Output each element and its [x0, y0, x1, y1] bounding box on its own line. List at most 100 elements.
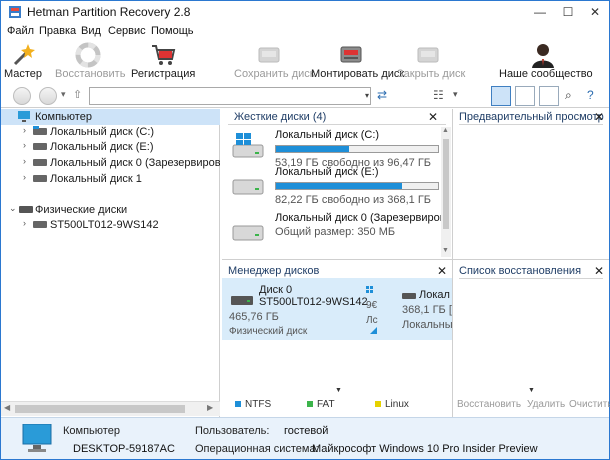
tree-item-disk-0[interactable]: › Локальный диск 0 (Зарезервировано си [1, 155, 220, 171]
view-mode-icon[interactable]: ☷ [433, 88, 444, 102]
expand-icon[interactable]: › [23, 172, 26, 182]
disk-item-e[interactable]: Локальный диск (E:) 82,22 ГБ свободно из… [231, 164, 446, 210]
panel-collapse-icon[interactable]: ▼ [528, 387, 535, 394]
preview-toggle-icon[interactable] [515, 86, 535, 106]
magic-wand-icon [13, 44, 35, 66]
horizontal-scrollbar[interactable]: ◀ ▶ [1, 401, 220, 416]
forward-button[interactable] [39, 87, 57, 105]
close-pane-icon[interactable]: ✕ [594, 110, 604, 124]
window-title: Hetman Partition Recovery 2.8 [27, 5, 191, 19]
expand-icon[interactable]: › [23, 125, 26, 135]
menu-tools[interactable]: Сервис [108, 25, 146, 37]
hard-disks-scrollbar[interactable]: ▲ ▼ [441, 127, 451, 257]
disk-manager-row[interactable]: Диск 0 ST500LT012-9WS142 465,76 ГБ Физич… [222, 278, 452, 340]
view-mode-dropdown-icon[interactable]: ▾ [453, 89, 458, 100]
drive-icon [33, 175, 47, 182]
menu-bar: Файл Правка Вид Сервис Помощь [1, 24, 609, 40]
title-bar: Hetman Partition Recovery 2.8 — ☐ ✕ [1, 1, 609, 23]
menu-edit[interactable]: Правка [39, 25, 76, 37]
usage-bar [275, 182, 439, 190]
refresh-icon[interactable]: ⇄ [377, 88, 387, 102]
usage-bar [275, 145, 439, 153]
legend-fat: FAT [307, 399, 335, 410]
drive-icon [33, 143, 47, 150]
legend-linux: Linux [375, 399, 409, 410]
recovery-restore-button[interactable]: Восстановить [457, 399, 521, 410]
partition-small[interactable]: 9€ Лс [366, 286, 378, 336]
physical-drive-icon [19, 206, 33, 213]
tree-item-disk-1[interactable]: › Локальный диск 1 [1, 171, 220, 187]
close-disk-icon [417, 47, 439, 63]
tree-item-physical-disk[interactable]: › ST500LT012-9WS142 [1, 217, 220, 233]
scroll-up-icon[interactable]: ▲ [442, 127, 449, 134]
close-pane-icon[interactable]: ✕ [437, 264, 447, 278]
history-dropdown-icon[interactable]: ▾ [61, 89, 66, 100]
wizard-button[interactable]: Мастер [3, 41, 43, 83]
minimize-button[interactable]: — [526, 1, 554, 23]
recovery-delete-button[interactable]: Удалить [527, 399, 565, 410]
menu-view[interactable]: Вид [81, 25, 101, 37]
register-button[interactable]: Регистрация [131, 41, 195, 83]
expand-icon[interactable]: › [23, 156, 26, 166]
computer-icon [18, 111, 30, 122]
scroll-left-icon[interactable]: ◀ [4, 403, 10, 412]
folder-tree: Компьютер › Локальный диск (C:) › Локаль… [1, 109, 220, 417]
disk-manager-header: Менеджер дисков ✕ [228, 264, 447, 279]
tree-computer[interactable]: Компьютер [1, 109, 220, 125]
scroll-right-icon[interactable]: ▶ [207, 403, 213, 412]
menu-help[interactable]: Помощь [151, 25, 194, 37]
close-disk-button[interactable]: Закрыть диск [397, 41, 465, 83]
address-field[interactable] [89, 87, 371, 105]
shopping-cart-icon [152, 45, 176, 65]
recovery-list-header: Список восстановления ✕ [459, 264, 604, 279]
back-button[interactable] [13, 87, 31, 105]
tree-item-disk-e[interactable]: › Локальный диск (E:) [1, 139, 220, 155]
expand-icon[interactable]: › [23, 140, 26, 150]
drive-icon [33, 159, 47, 166]
drive-icon [232, 179, 264, 195]
partition-large[interactable]: Локал 368,1 ГБ [ Локальны [402, 286, 452, 338]
tree-physical-disks[interactable]: ⌄ Физические диски [1, 202, 220, 218]
disk-item-reserved[interactable]: Локальный диск 0 (Зарезервирова... Общий… [231, 210, 446, 256]
drive-icon [402, 293, 416, 299]
menu-file[interactable]: Файл [7, 25, 34, 37]
restore-button[interactable]: Восстановить [55, 41, 125, 83]
app-logo-icon [9, 6, 21, 18]
help-icon[interactable]: ? [587, 88, 594, 102]
community-button[interactable]: Наше сообщество [499, 41, 593, 83]
search-icon[interactable]: ⌕ [565, 88, 572, 103]
hard-disks-header: Жесткие диски (4) ✕ [222, 109, 452, 125]
save-icon[interactable] [539, 86, 559, 106]
recovery-clear-button[interactable]: Очистить [569, 399, 610, 410]
panel-layout-icon[interactable] [491, 86, 511, 106]
scroll-thumb[interactable] [443, 139, 449, 229]
up-folder-icon[interactable]: ⇧ [73, 88, 82, 101]
physical-drive-icon [231, 296, 253, 305]
drive-icon [33, 221, 47, 228]
maximize-button[interactable]: ☐ [554, 1, 582, 23]
legend-ntfs: NTFS [235, 399, 271, 410]
close-pane-icon[interactable]: ✕ [428, 110, 438, 124]
windows-drive-icon [232, 133, 264, 158]
mount-disk-icon [340, 46, 362, 63]
panel-collapse-icon[interactable]: ▼ [335, 387, 342, 394]
close-window-button[interactable]: ✕ [581, 1, 609, 23]
close-pane-icon[interactable]: ✕ [594, 264, 604, 278]
tree-item-disk-c[interactable]: › Локальный диск (C:) [1, 124, 220, 140]
save-disk-button[interactable]: Сохранить диск [234, 41, 315, 83]
collapse-icon[interactable]: ⌄ [9, 203, 17, 214]
address-dropdown-icon[interactable]: ▾ [362, 87, 372, 105]
drive-icon [232, 225, 264, 241]
app-window: Hetman Partition Recovery 2.8 — ☐ ✕ Файл… [0, 0, 610, 460]
usage-bar-fill [276, 183, 403, 189]
navigation-bar: ▾ ⇧ ▾ ⇄ ☷ ▾ ⌕ ? [1, 84, 609, 108]
windows-logo-icon [366, 286, 373, 293]
scroll-down-icon[interactable]: ▼ [442, 247, 449, 254]
expand-icon[interactable]: › [23, 218, 26, 228]
drive-icon [33, 126, 47, 135]
mount-disk-button[interactable]: Монтировать диск [311, 41, 404, 83]
scroll-thumb[interactable] [15, 405, 185, 413]
lifebuoy-icon [75, 42, 101, 68]
usage-bar-fill [276, 146, 349, 152]
ntfs-corner-icon [370, 327, 377, 334]
